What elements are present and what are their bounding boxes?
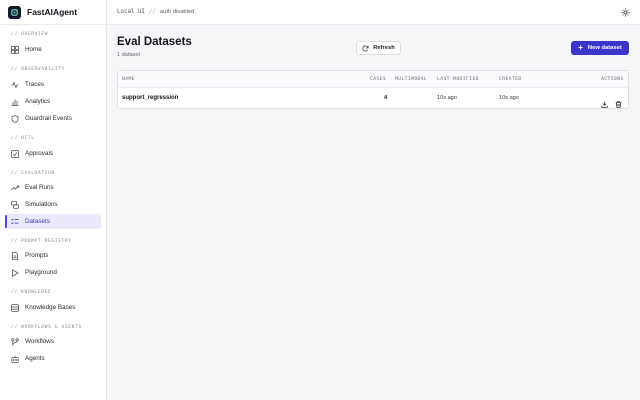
- sidebar-item-eval-runs[interactable]: Eval Runs: [5, 180, 101, 195]
- refresh-icon: [362, 45, 369, 52]
- trash-icon[interactable]: [615, 95, 622, 108]
- column-header-last-modified[interactable]: LAST MODIFIED: [437, 77, 479, 82]
- sidebar-item-simulations[interactable]: Simulations: [5, 197, 101, 212]
- column-header-multimodal[interactable]: MULTIMODAL: [395, 77, 427, 82]
- sidebar-item-label: Workflows: [25, 338, 54, 345]
- section-label-overview: // OVERVIEW: [11, 32, 49, 37]
- env-label: Local UI: [117, 9, 145, 15]
- sidebar-item-label: Agents: [25, 355, 45, 362]
- dataset-count: 1 dataset: [117, 52, 141, 58]
- sidebar-item-home[interactable]: Home: [5, 42, 101, 57]
- sidebar-item-label: Approvals: [25, 150, 54, 157]
- plus-icon: +: [578, 43, 583, 52]
- sun-icon[interactable]: [621, 8, 630, 17]
- database-icon: [11, 303, 19, 312]
- sidebar-item-workflows[interactable]: Workflows: [5, 334, 101, 349]
- refresh-label: Refresh: [373, 45, 395, 51]
- trending-up-icon: [11, 184, 19, 192]
- dataset-created: 10s ago: [499, 95, 519, 101]
- brand[interactable]: FastAIAgent: [0, 0, 106, 25]
- page-title: Eval Datasets: [117, 36, 192, 48]
- chat-bubbles-icon: [11, 200, 19, 209]
- sidebar-item-playground[interactable]: Playground: [5, 265, 101, 280]
- new-dataset-button[interactable]: + New dataset: [571, 41, 629, 55]
- sidebar-item-agents[interactable]: Agents: [5, 351, 101, 366]
- section-label-prompt-registry: // PROMPT REGISTRY: [11, 239, 72, 244]
- sidebar-item-label: Simulations: [25, 201, 58, 208]
- bar-chart-icon: [11, 98, 19, 106]
- activity-icon: [11, 80, 19, 89]
- brand-logo-icon: [8, 5, 21, 19]
- play-icon: [11, 268, 19, 277]
- breadcrumb-separator: //: [148, 9, 156, 15]
- brand-name: FastAIAgent: [27, 7, 78, 17]
- dataset-cases: 4: [384, 95, 388, 101]
- sidebar-item-prompts[interactable]: Prompts: [5, 248, 101, 263]
- refresh-button[interactable]: Refresh: [356, 41, 401, 55]
- section-label-evaluation: // EVALUATION: [11, 171, 55, 176]
- sidebar-item-guardrail-events[interactable]: Guardrail Events: [5, 111, 101, 126]
- list-check-icon: [11, 218, 19, 226]
- sidebar-item-label: Analytics: [25, 98, 51, 105]
- bot-icon: [11, 355, 19, 363]
- sidebar-item-analytics[interactable]: Analytics: [5, 94, 101, 109]
- column-header-name[interactable]: NAME: [122, 77, 135, 82]
- dataset-name[interactable]: support_regression: [122, 95, 178, 101]
- section-label-hitl: // HITL: [11, 136, 35, 141]
- sidebar-item-label: Prompts: [25, 252, 49, 259]
- download-icon[interactable]: [601, 95, 608, 108]
- check-square-icon: [11, 149, 19, 158]
- auth-status: auth disabled: [159, 9, 195, 15]
- datasets-table: NAME CASES MULTIMODAL LAST MODIFIED CREA…: [117, 70, 629, 109]
- sidebar-item-label: Guardrail Events: [25, 115, 72, 122]
- topbar: Local UI // auth disabled: [107, 0, 640, 25]
- workflow-icon: [11, 337, 19, 346]
- column-header-cases[interactable]: CASES: [370, 77, 386, 82]
- file-icon: [11, 251, 19, 260]
- table-row[interactable]: support_regression 4 10s ago 10s ago: [118, 88, 628, 109]
- dataset-last-modified: 10s ago: [437, 95, 457, 101]
- sidebar-item-traces[interactable]: Traces: [5, 77, 101, 92]
- column-header-created[interactable]: CREATED: [499, 77, 522, 82]
- sidebar-item-label: Knowledge Bases: [25, 304, 76, 311]
- sidebar-item-label: Eval Runs: [25, 184, 54, 191]
- sidebar-item-label: Traces: [25, 81, 45, 88]
- sidebar: FastAIAgent // OVERVIEW Home // OBSERVAB…: [0, 0, 107, 400]
- section-label-observability: // OBSERVABILITY: [11, 67, 65, 72]
- sidebar-item-label: Datasets: [25, 218, 50, 225]
- section-label-knowledge: // KNOWLEDGE: [11, 290, 52, 295]
- table-header: NAME CASES MULTIMODAL LAST MODIFIED CREA…: [118, 71, 628, 88]
- sidebar-item-label: Playground: [25, 269, 57, 276]
- new-dataset-label: New dataset: [587, 45, 622, 51]
- sidebar-item-datasets[interactable]: Datasets: [5, 214, 101, 229]
- sidebar-item-knowledge-bases[interactable]: Knowledge Bases: [5, 300, 101, 315]
- shield-icon: [11, 114, 19, 123]
- sidebar-item-label: Home: [25, 46, 42, 53]
- section-label-workflows-agents: // WORKFLOWS & AGENTS: [11, 325, 82, 330]
- column-header-actions: ACTIONS: [601, 77, 624, 82]
- sidebar-item-approvals[interactable]: Approvals: [5, 146, 101, 161]
- grid-icon: [11, 45, 19, 54]
